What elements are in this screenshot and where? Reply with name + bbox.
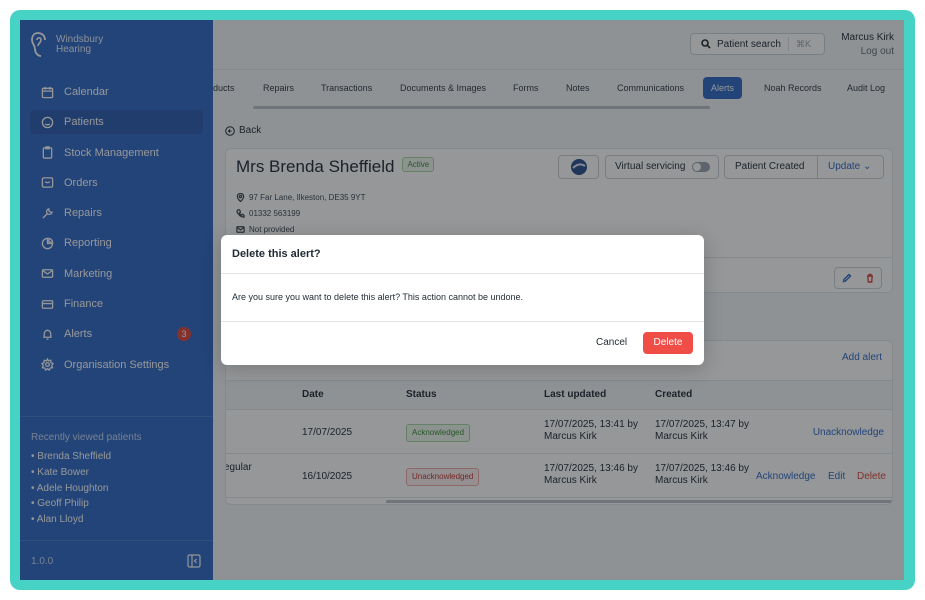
dialog-message: Are you sure you want to delete this ale… (232, 292, 524, 302)
confirm-delete-button[interactable]: Delete (643, 332, 693, 354)
delete-alert-dialog: Delete this alert? Are you sure you want… (221, 235, 704, 365)
dialog-title: Delete this alert? (232, 248, 321, 260)
dialog-divider (221, 321, 704, 322)
app-window: Windsbury Hearing Calendar Patients Stock… (20, 20, 904, 580)
dialog-divider (221, 273, 704, 274)
cancel-button[interactable]: Cancel (596, 337, 627, 348)
